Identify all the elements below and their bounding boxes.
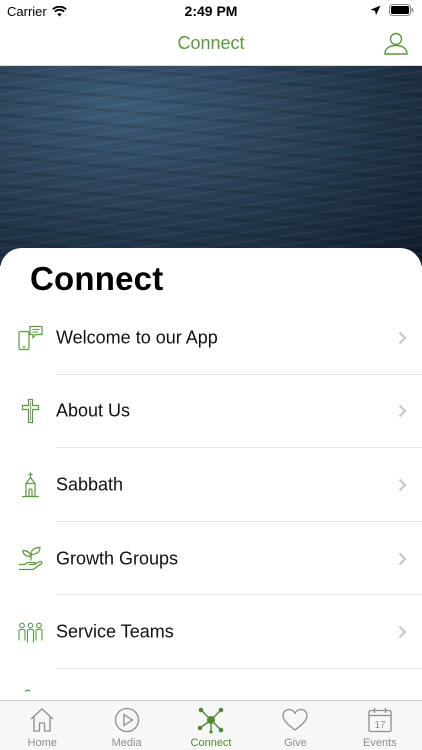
hero-ocean-image: [0, 66, 422, 266]
calendar-day: 17: [374, 720, 386, 731]
list-item-label: About Us: [56, 400, 131, 421]
connect-list: Welcome to our App About Us Sabbath Grow…: [0, 301, 422, 700]
partial-icon: [24, 689, 31, 692]
people-group-icon: [18, 622, 43, 643]
list-item-growth-groups[interactable]: Growth Groups: [0, 522, 422, 596]
chevron-right-icon: [398, 331, 407, 345]
page-heading: Connect: [30, 260, 164, 297]
tab-label: Connect: [190, 737, 232, 749]
list-item-service-teams[interactable]: Service Teams: [0, 595, 422, 669]
nav-title: Connect: [177, 33, 245, 53]
tab-label: Media: [111, 737, 142, 749]
tab-label: Home: [27, 737, 57, 749]
list-item-label: Sabbath: [56, 474, 124, 495]
tab-label: Events: [363, 737, 397, 749]
tab-label: Give: [284, 737, 307, 749]
list-item-label: Growth Groups: [56, 548, 179, 569]
tab-events[interactable]: 17 Events: [338, 701, 422, 750]
status-right: [370, 4, 414, 16]
list-item-welcome[interactable]: Welcome to our App: [0, 301, 422, 375]
list-item-partial[interactable]: [0, 669, 422, 700]
status-bar: Carrier 2:49 PM: [0, 0, 422, 22]
chevron-right-icon: [398, 625, 407, 639]
phone-chat-icon: [18, 325, 43, 350]
tab-connect[interactable]: Connect: [169, 701, 253, 750]
play-icon: [114, 707, 139, 733]
status-time: 2:49 PM: [184, 3, 238, 19]
home-icon: [30, 708, 54, 732]
location-arrow-icon: [370, 5, 381, 15]
heart-icon: [282, 708, 309, 731]
chevron-right-icon: [398, 405, 407, 418]
tab-media[interactable]: Media: [84, 701, 168, 750]
calendar-icon: 17: [368, 708, 392, 733]
chevron-right-icon: [398, 552, 407, 565]
content-sheet: Connect Welcome to our App About Us Sabb…: [0, 248, 422, 700]
cross-icon: [21, 399, 40, 424]
network-icon: [197, 707, 224, 734]
battery-icon: [389, 4, 414, 16]
list-item-label: Welcome to our App: [56, 327, 218, 348]
chevron-right-icon: [398, 478, 407, 492]
tab-home[interactable]: Home: [0, 701, 84, 750]
hand-plant-icon: [19, 546, 43, 570]
tab-give[interactable]: Give: [253, 701, 337, 750]
list-item-about-us[interactable]: About Us: [0, 375, 422, 449]
tab-bar: Home Media Connect Give 17 Events: [0, 700, 422, 750]
navigation-bar: Connect: [0, 22, 422, 66]
profile-icon[interactable]: [383, 30, 409, 56]
list-item-label: Service Teams: [56, 621, 174, 642]
chapel-icon: [22, 472, 39, 498]
list-item-sabbath[interactable]: Sabbath: [0, 448, 422, 522]
